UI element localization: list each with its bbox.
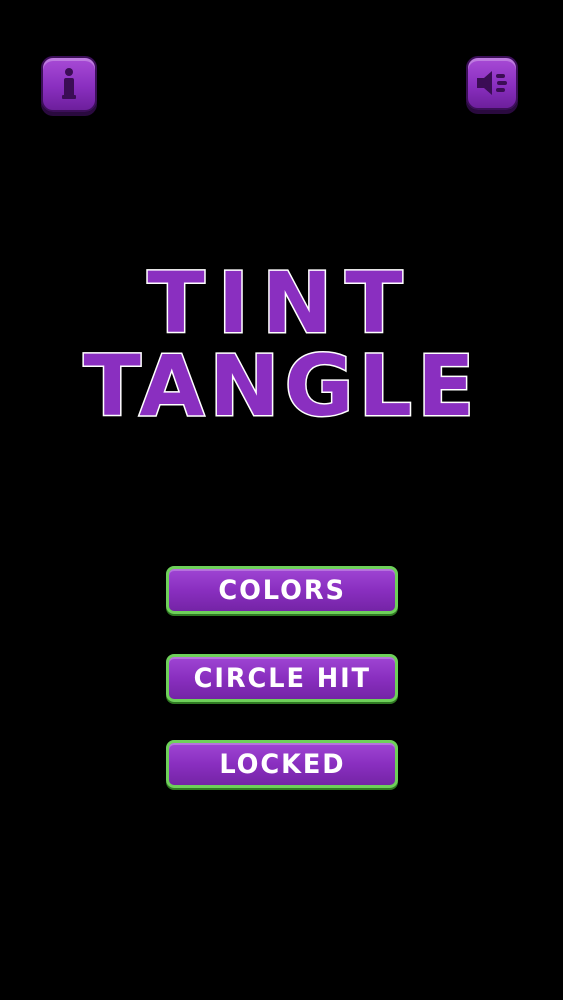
game-title-line-1: TINT xyxy=(146,254,416,352)
sound-button[interactable] xyxy=(466,56,518,110)
game-title-line-2: TANGLE xyxy=(82,337,480,435)
locked-button[interactable]: LOCKED xyxy=(166,740,398,788)
colors-button[interactable]: COLORS xyxy=(166,566,398,614)
circle-hit-button[interactable]: CIRCLE HIT xyxy=(166,654,398,702)
speaker-icon xyxy=(477,71,507,95)
circle-hit-button-label: CIRCLE HIT xyxy=(193,662,371,694)
info-icon xyxy=(62,68,76,99)
colors-button-label: COLORS xyxy=(218,574,346,606)
info-button[interactable] xyxy=(41,56,97,112)
locked-button-label: LOCKED xyxy=(218,748,346,780)
